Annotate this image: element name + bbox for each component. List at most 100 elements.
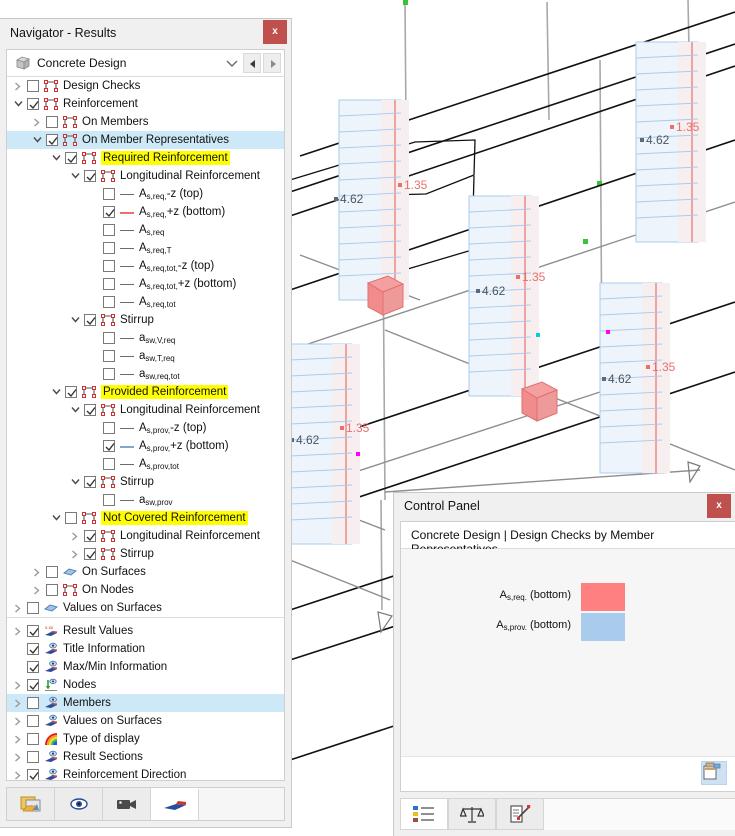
tree-checkbox[interactable]	[27, 751, 39, 763]
tree-twisty[interactable]	[70, 401, 81, 419]
clipping-tab[interactable]	[103, 788, 151, 820]
tree-twisty[interactable]	[13, 622, 24, 640]
tree-row[interactable]: As,req	[7, 221, 284, 239]
results-tab[interactable]	[151, 788, 199, 820]
tree-row[interactable]: asw,V,req	[7, 329, 284, 347]
navigator-close-button[interactable]: x	[263, 20, 287, 44]
tree-checkbox[interactable]	[103, 350, 115, 362]
tree-twisty[interactable]	[70, 527, 81, 545]
tree-checkbox[interactable]	[103, 296, 115, 308]
tree-row[interactable]: As,req,tot,+z (bottom)	[7, 275, 284, 293]
tree-row[interactable]: Not Covered Reinforcement	[7, 509, 284, 527]
tree-twisty[interactable]	[70, 473, 81, 491]
tree-checkbox[interactable]	[27, 769, 39, 780]
tree-twisty[interactable]	[13, 766, 24, 780]
tree-checkbox[interactable]	[84, 476, 96, 488]
tree-checkbox[interactable]	[65, 386, 77, 398]
tree-twisty[interactable]	[32, 563, 43, 581]
tree-twisty[interactable]	[13, 599, 24, 617]
tree-row[interactable]: Reinforcement	[7, 95, 284, 113]
tree-row[interactable]: Longitudinal Reinforcement	[7, 167, 284, 185]
tree-twisty[interactable]	[32, 131, 43, 149]
views-tab[interactable]	[55, 788, 103, 820]
tree-checkbox[interactable]	[27, 98, 39, 110]
tree-checkbox[interactable]	[27, 733, 39, 745]
tree-twisty[interactable]	[70, 311, 81, 329]
tree-row[interactable]: asw,prov	[7, 491, 284, 509]
tree-row[interactable]: As,req,-z (top)	[7, 185, 284, 203]
tree-twisty[interactable]	[13, 694, 24, 712]
tree-twisty[interactable]	[13, 730, 24, 748]
tree-checkbox[interactable]	[103, 422, 115, 434]
tree-row[interactable]: asw,req,tot	[7, 365, 284, 383]
tree-checkbox[interactable]	[27, 80, 39, 92]
tree-checkbox[interactable]	[46, 584, 58, 596]
tree-row[interactable]: Stirrup	[7, 473, 284, 491]
tree-row[interactable]: Longitudinal Reinforcement	[7, 401, 284, 419]
tree-row[interactable]: Design Checks	[7, 77, 284, 95]
tree-row[interactable]: x.xx Result Values	[7, 622, 284, 640]
design-addon-combobox[interactable]: Concrete Design	[7, 50, 284, 77]
results-tree[interactable]: Design Checks Reinforcement On Members On M…	[7, 77, 284, 780]
tree-checkbox[interactable]	[84, 530, 96, 542]
tree-row[interactable]: As,req,tot,-z (top)	[7, 257, 284, 275]
tree-checkbox[interactable]	[27, 715, 39, 727]
tree-checkbox[interactable]	[27, 661, 39, 673]
tree-row[interactable]: asw,T,req	[7, 347, 284, 365]
tree-twisty[interactable]	[32, 113, 43, 131]
tree-twisty[interactable]	[70, 545, 81, 563]
tree-checkbox[interactable]	[84, 314, 96, 326]
next-navigator-button[interactable]	[263, 53, 281, 73]
tree-twisty[interactable]	[70, 167, 81, 185]
tree-twisty[interactable]	[13, 712, 24, 730]
tree-checkbox[interactable]	[84, 548, 96, 560]
tree-checkbox[interactable]	[103, 332, 115, 344]
tree-twisty[interactable]	[13, 95, 24, 113]
navigator-tabstrip[interactable]	[6, 787, 285, 821]
tree-checkbox[interactable]	[46, 116, 58, 128]
tree-checkbox[interactable]	[103, 494, 115, 506]
display-properties-tab[interactable]	[496, 799, 544, 830]
tree-row[interactable]: On Member Representatives	[7, 131, 284, 149]
tree-checkbox[interactable]	[65, 512, 77, 524]
tree-row[interactable]: Required Reinforcement	[7, 149, 284, 167]
factors-tab[interactable]	[448, 799, 496, 830]
tree-row[interactable]: Max/Min Information	[7, 658, 284, 676]
tree-row[interactable]: Stirrup	[7, 311, 284, 329]
tree-twisty[interactable]	[51, 149, 62, 167]
control-panel-tabstrip[interactable]	[400, 798, 735, 830]
tree-checkbox[interactable]	[84, 404, 96, 416]
tree-checkbox[interactable]	[46, 134, 58, 146]
tree-twisty[interactable]	[51, 509, 62, 527]
tree-row[interactable]: Result Sections	[7, 748, 284, 766]
tree-row[interactable]: Stirrup	[7, 545, 284, 563]
tree-twisty[interactable]	[13, 77, 24, 95]
tree-twisty[interactable]	[51, 383, 62, 401]
tree-row[interactable]: As,req,tot	[7, 293, 284, 311]
previous-navigator-button[interactable]	[243, 53, 261, 73]
tree-twisty[interactable]	[13, 748, 24, 766]
tree-row[interactable]: Values on Surfaces	[7, 599, 284, 617]
tree-checkbox[interactable]	[103, 278, 115, 290]
tree-row[interactable]: On Surfaces	[7, 563, 284, 581]
tree-checkbox[interactable]	[103, 440, 115, 452]
tree-row[interactable]: Title Information	[7, 640, 284, 658]
tree-row[interactable]: Longitudinal Reinforcement	[7, 527, 284, 545]
tree-row[interactable]: Values on Surfaces	[7, 712, 284, 730]
tree-row[interactable]: As,prov,-z (top)	[7, 419, 284, 437]
navigator-results-window[interactable]: Navigator - Results x Concrete Design De…	[0, 18, 292, 828]
tree-row[interactable]: As,req,+z (bottom)	[7, 203, 284, 221]
tree-row[interactable]: Type of display	[7, 730, 284, 748]
navigator-titlebar[interactable]: Navigator - Results x	[0, 19, 291, 49]
control-panel-window[interactable]: Control Panel x Concrete Design | Design…	[393, 492, 735, 836]
tree-checkbox[interactable]	[27, 679, 39, 691]
control-panel-close-button[interactable]: x	[707, 494, 731, 518]
tree-row[interactable]: Provided Reinforcement	[7, 383, 284, 401]
tree-checkbox[interactable]	[27, 625, 39, 637]
tree-checkbox[interactable]	[103, 458, 115, 470]
tree-row[interactable]: Members	[7, 694, 284, 712]
tree-row[interactable]: On Members	[7, 113, 284, 131]
tree-row[interactable]: As,req,T	[7, 239, 284, 257]
project-navigator-tab[interactable]	[7, 788, 55, 820]
tree-row[interactable]: As,prov,tot	[7, 455, 284, 473]
